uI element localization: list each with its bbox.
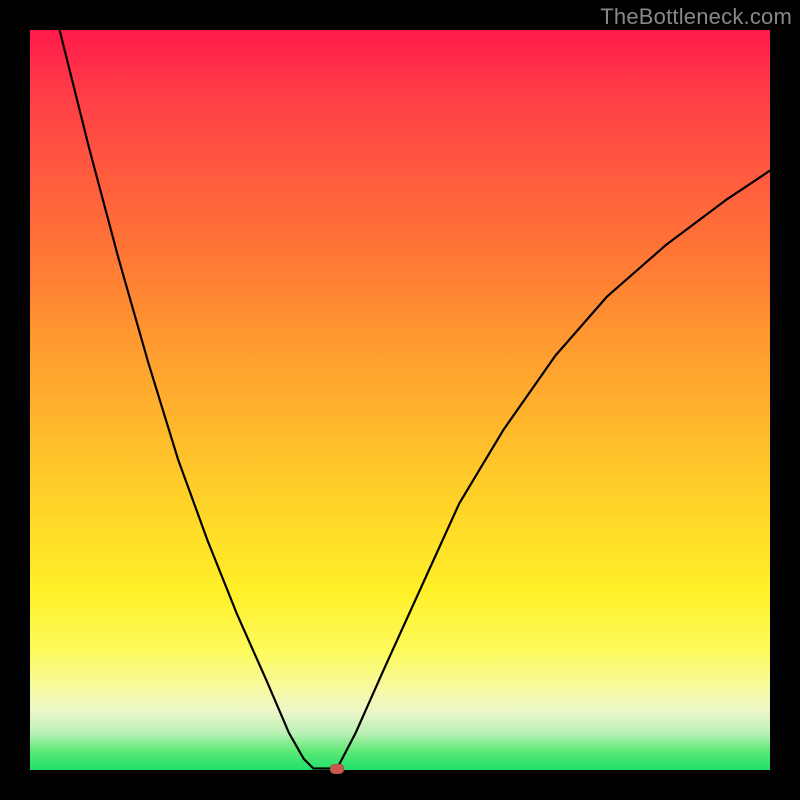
curve-layer bbox=[30, 30, 770, 770]
chart-frame: TheBottleneck.com bbox=[0, 0, 800, 800]
plot-area bbox=[30, 30, 770, 770]
bottleneck-curve bbox=[60, 30, 770, 769]
watermark-text: TheBottleneck.com bbox=[600, 4, 792, 30]
optimal-marker-icon bbox=[330, 764, 344, 774]
